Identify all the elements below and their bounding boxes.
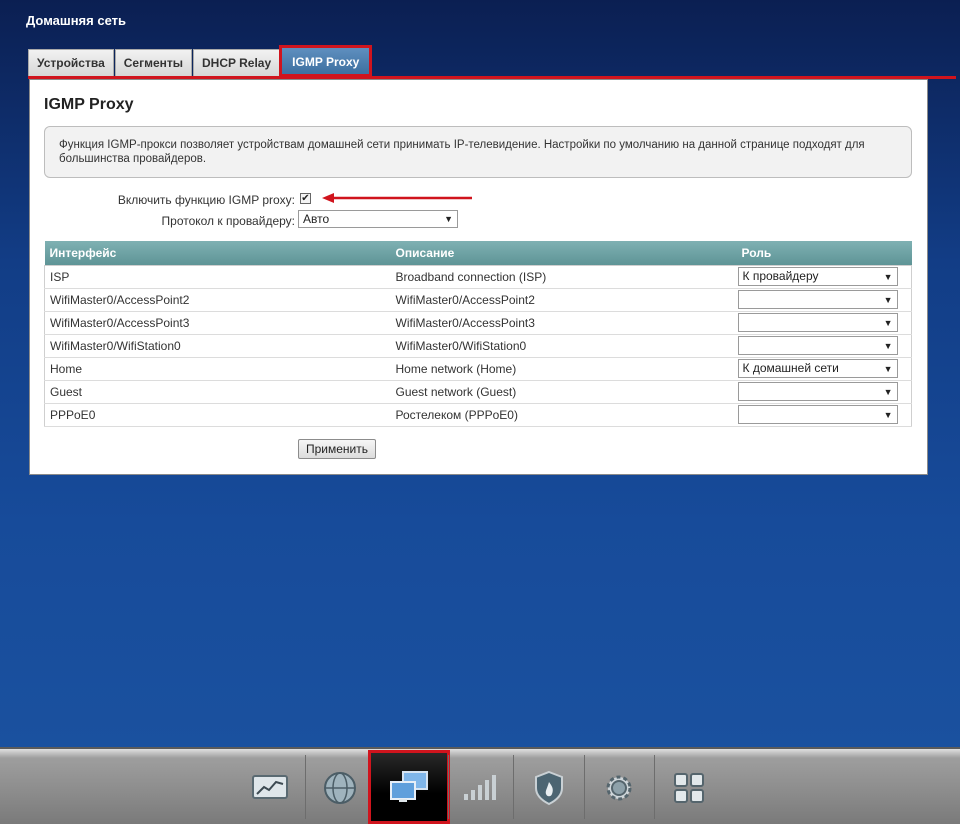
cell-role: ▼ bbox=[736, 311, 912, 335]
role-select[interactable]: К провайдеру ▼ bbox=[737, 267, 898, 286]
cell-interface: WifiMaster0/AccessPoint2 bbox=[44, 288, 391, 312]
cell-description: Ростелеком (PPPoE0) bbox=[390, 403, 737, 427]
protocol-label: Протокол к провайдеру: bbox=[161, 214, 295, 228]
role-select[interactable]: ▼ bbox=[737, 336, 898, 355]
chevron-down-icon: ▼ bbox=[444, 214, 453, 224]
cell-interface: Guest bbox=[44, 380, 391, 404]
cell-interface: WifiMaster0/WifiStation0 bbox=[44, 334, 391, 358]
chevron-down-icon: ▼ bbox=[883, 318, 893, 328]
cell-description: WifiMaster0/WifiStation0 bbox=[390, 334, 737, 358]
nav-home-network-button[interactable] bbox=[368, 750, 450, 824]
annotation-arrow-icon bbox=[322, 193, 472, 203]
role-select-value: К домашней сети bbox=[742, 361, 839, 375]
cell-description: Broadband connection (ISP) bbox=[390, 265, 737, 289]
nav-security-button[interactable] bbox=[514, 757, 584, 819]
nav-internet-button[interactable] bbox=[305, 757, 375, 819]
enable-igmp-checkbox[interactable]: ✔ bbox=[300, 193, 311, 204]
column-header-interface: Интерфейс bbox=[44, 241, 391, 266]
role-select[interactable]: ▼ bbox=[737, 313, 898, 332]
info-box: Функция IGMP-прокси позволяет устройства… bbox=[44, 126, 912, 178]
table-row: PPPoE0 Ростелеком (PPPoE0) ▼ bbox=[44, 403, 912, 427]
tab-dhcp-relay[interactable]: DHCP Relay bbox=[193, 49, 281, 76]
role-select[interactable]: ▼ bbox=[737, 382, 898, 401]
chevron-down-icon: ▼ bbox=[883, 295, 893, 305]
home-network-icon bbox=[390, 771, 428, 802]
cell-interface: WifiMaster0/AccessPoint3 bbox=[44, 311, 391, 335]
page-title: Домашняя сеть bbox=[26, 13, 126, 28]
chevron-down-icon: ▼ bbox=[883, 341, 893, 351]
cell-interface: Home bbox=[44, 357, 391, 381]
nav-monitor-button[interactable] bbox=[235, 757, 305, 819]
nav-apps-button[interactable] bbox=[654, 757, 724, 819]
cell-description: WifiMaster0/AccessPoint2 bbox=[390, 288, 737, 312]
panel-title: IGMP Proxy bbox=[44, 96, 134, 113]
interfaces-table: Интерфейс Описание Роль ISP Broadband co… bbox=[44, 241, 912, 427]
table-row: Home Home network (Home) К домашней сети… bbox=[44, 357, 912, 381]
apply-button[interactable]: Применить bbox=[298, 439, 376, 459]
role-select[interactable]: ▼ bbox=[737, 405, 898, 424]
protocol-select[interactable]: Авто ▼ bbox=[298, 210, 458, 228]
bottom-nav-bar bbox=[0, 747, 960, 824]
wifi-signal-icon bbox=[464, 775, 496, 800]
table-row: Guest Guest network (Guest) ▼ bbox=[44, 380, 912, 404]
cell-description: WifiMaster0/AccessPoint3 bbox=[390, 311, 737, 335]
globe-icon bbox=[324, 772, 356, 804]
tab-bar: Устройства Сегменты DHCP Relay IGMP Prox… bbox=[28, 45, 373, 77]
cell-role: ▼ bbox=[736, 403, 912, 427]
nav-settings-button[interactable] bbox=[584, 757, 654, 819]
cell-role: ▼ bbox=[736, 380, 912, 404]
tab-devices[interactable]: Устройства bbox=[28, 49, 114, 76]
table-row: WifiMaster0/AccessPoint3 WifiMaster0/Acc… bbox=[44, 311, 912, 335]
cell-interface: ISP bbox=[44, 265, 391, 289]
monitor-chart-icon bbox=[252, 775, 288, 799]
shield-icon bbox=[535, 770, 563, 806]
cell-role: ▼ bbox=[736, 288, 912, 312]
role-select-value: К провайдеру bbox=[742, 269, 819, 283]
table-row: ISP Broadband connection (ISP) К провайд… bbox=[44, 265, 912, 289]
protocol-select-value: Авто bbox=[303, 212, 330, 226]
role-select[interactable]: К домашней сети ▼ bbox=[737, 359, 898, 378]
column-header-description: Описание bbox=[390, 241, 737, 266]
tab-igmp-proxy[interactable]: IGMP Proxy bbox=[279, 45, 373, 77]
chevron-down-icon: ▼ bbox=[883, 364, 893, 374]
column-header-role: Роль bbox=[736, 241, 912, 266]
cell-role: ▼ bbox=[736, 334, 912, 358]
igmp-proxy-panel: IGMP Proxy Функция IGMP-прокси позволяет… bbox=[29, 79, 928, 475]
chevron-down-icon: ▼ bbox=[883, 410, 893, 420]
table-row: WifiMaster0/AccessPoint2 WifiMaster0/Acc… bbox=[44, 288, 912, 312]
gear-icon bbox=[606, 775, 632, 801]
tab-segments[interactable]: Сегменты bbox=[114, 49, 193, 76]
cell-description: Guest network (Guest) bbox=[390, 380, 737, 404]
role-select[interactable]: ▼ bbox=[737, 290, 898, 309]
cell-interface: PPPoE0 bbox=[44, 403, 391, 427]
cell-role: К домашней сети ▼ bbox=[736, 357, 912, 381]
table-row: WifiMaster0/WifiStation0 WifiMaster0/Wif… bbox=[44, 334, 912, 358]
cell-description: Home network (Home) bbox=[390, 357, 737, 381]
table-header-row: Интерфейс Описание Роль bbox=[44, 241, 912, 266]
nav-wifi-button[interactable] bbox=[444, 757, 514, 819]
chevron-down-icon: ▼ bbox=[883, 272, 893, 282]
chevron-down-icon: ▼ bbox=[883, 387, 893, 397]
apps-grid-icon bbox=[674, 773, 704, 803]
window-edge bbox=[960, 0, 964, 824]
enable-igmp-label: Включить функцию IGMP proxy: bbox=[117, 193, 295, 207]
cell-role: К провайдеру ▼ bbox=[736, 265, 912, 289]
